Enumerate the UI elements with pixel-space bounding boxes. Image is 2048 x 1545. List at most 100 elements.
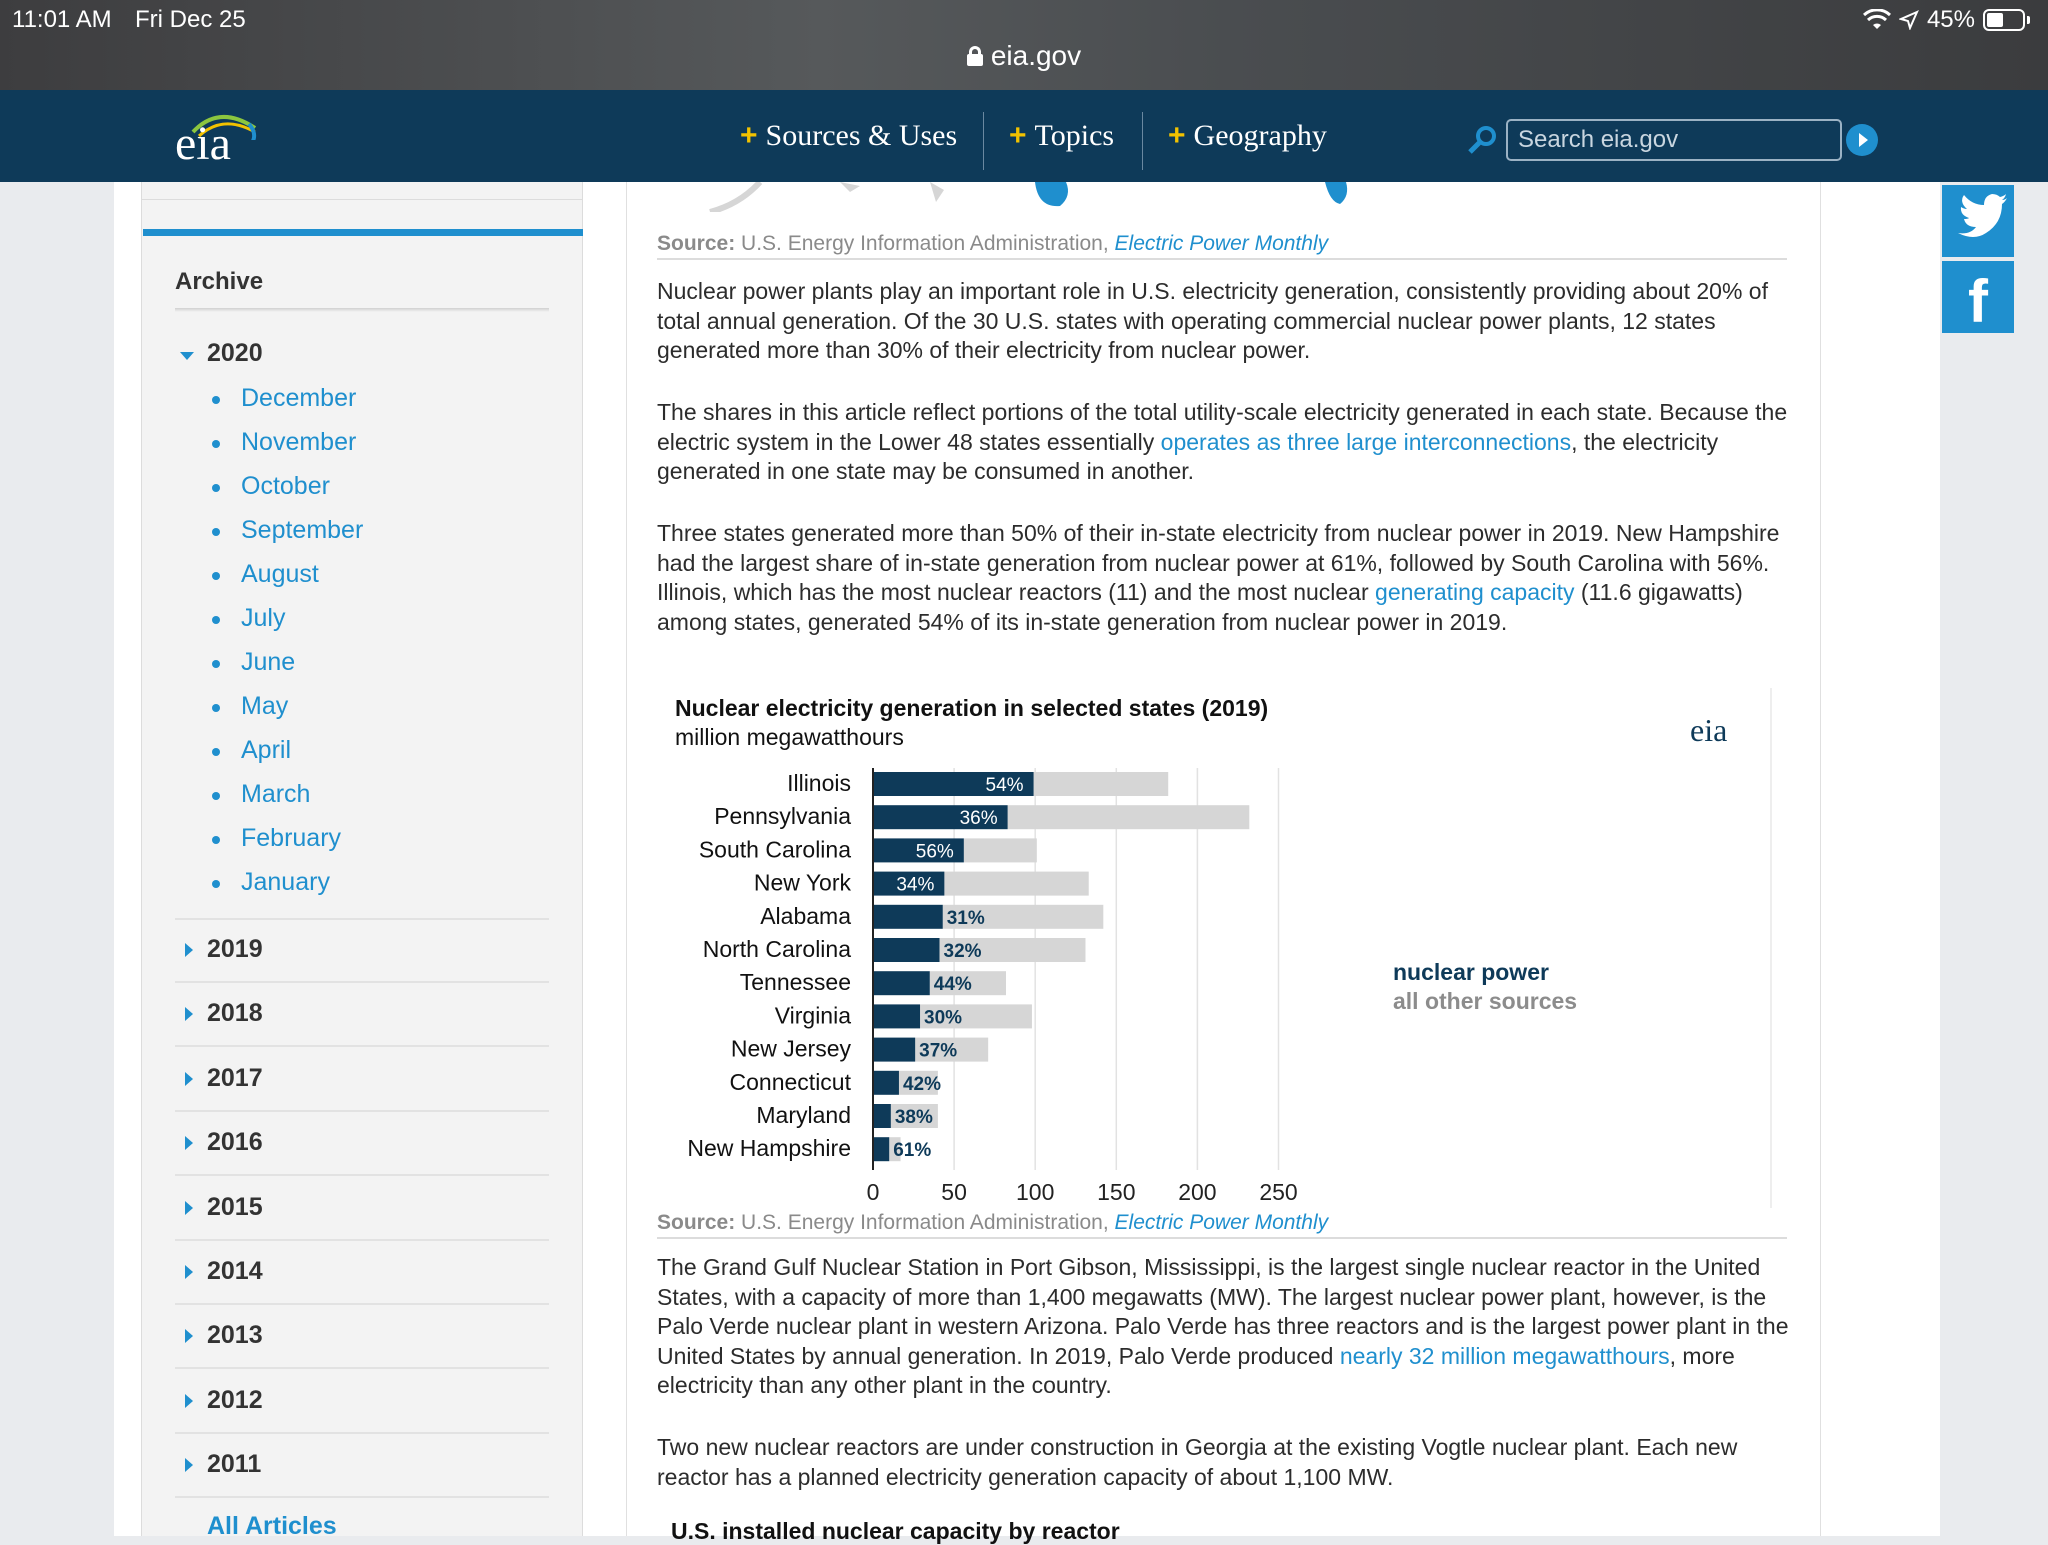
year-divider xyxy=(175,1303,549,1305)
nav-label: Topics xyxy=(1034,119,1115,152)
year-2015[interactable]: 2015 xyxy=(207,1193,263,1222)
search-input[interactable] xyxy=(1506,119,1842,161)
url-bar[interactable]: eia.gov xyxy=(0,40,2048,72)
sidebar-top-box xyxy=(142,182,582,200)
collapse-arrow-icon[interactable] xyxy=(180,352,194,360)
data-label: 42% xyxy=(903,1074,941,1095)
paragraph-1: Nuclear power plants play an important r… xyxy=(657,278,1768,363)
expand-arrow-icon[interactable] xyxy=(185,943,193,957)
battery-percent: 45% xyxy=(1926,6,1975,33)
category-label: Maryland xyxy=(756,1102,851,1128)
browser-chrome: 11:01 AM Fri Dec 25 45% eia.gov xyxy=(0,0,2048,90)
plus-icon: + xyxy=(1168,119,1186,152)
year-2014[interactable]: 2014 xyxy=(207,1257,263,1286)
month-link-july[interactable]: July xyxy=(241,604,285,633)
category-label: South Carolina xyxy=(699,836,851,862)
year-divider xyxy=(175,1109,549,1112)
nav-sources-uses[interactable]: + Sources & Uses xyxy=(740,90,957,182)
data-label: 38% xyxy=(895,1107,933,1128)
location-arrow-icon xyxy=(1898,10,1919,30)
paragraph-5: Two new nuclear reactors are under const… xyxy=(657,1434,1738,1490)
bullet-icon xyxy=(212,836,220,844)
interconnections-link[interactable]: operates as three large interconnections xyxy=(1161,429,1571,455)
data-label: 37% xyxy=(919,1041,957,1062)
bar-nuclear xyxy=(873,971,930,996)
source-line-2: Source: U.S. Energy Information Administ… xyxy=(657,1211,1328,1235)
year-2018[interactable]: 2018 xyxy=(207,999,263,1028)
bullet-icon xyxy=(212,792,220,800)
year-2011[interactable]: 2011 xyxy=(207,1450,261,1479)
year-2019[interactable]: 2019 xyxy=(207,935,263,964)
source-link[interactable]: Electric Power Monthly xyxy=(1115,1211,1329,1234)
year-2020[interactable]: 2020 xyxy=(207,339,263,368)
category-label: Alabama xyxy=(760,903,851,929)
chart-title: Nuclear electricity generation in select… xyxy=(675,695,1269,721)
year-2016[interactable]: 2016 xyxy=(207,1128,263,1157)
category-label: North Carolina xyxy=(703,936,851,962)
nav-divider xyxy=(1142,112,1143,170)
year-divider xyxy=(175,1496,549,1499)
expand-arrow-icon[interactable] xyxy=(185,1329,193,1344)
twitter-share-button[interactable] xyxy=(1942,185,2014,257)
category-label: Connecticut xyxy=(730,1069,852,1095)
nav-geography[interactable]: + Geography xyxy=(1168,90,1327,182)
bar-nuclear xyxy=(873,1104,891,1128)
generating-capacity-link[interactable]: generating capacity xyxy=(1375,579,1574,605)
year-2017[interactable]: 2017 xyxy=(207,1064,263,1093)
category-label: Pennsylvania xyxy=(714,803,851,829)
expand-arrow-icon[interactable] xyxy=(185,1007,193,1022)
data-label: 61% xyxy=(893,1140,931,1161)
expand-arrow-icon[interactable] xyxy=(185,1458,193,1473)
source-label: Source: xyxy=(657,1211,736,1234)
month-link-january[interactable]: January xyxy=(241,868,330,897)
year-2013[interactable]: 2013 xyxy=(207,1321,263,1350)
expand-arrow-icon[interactable] xyxy=(185,1200,193,1215)
month-link-october[interactable]: October xyxy=(241,472,330,501)
year-2012[interactable]: 2012 xyxy=(207,1386,263,1415)
bullet-icon xyxy=(212,748,220,756)
legend-nuclear: nuclear power xyxy=(1393,959,1549,985)
year-divider xyxy=(175,1174,549,1177)
expand-arrow-icon[interactable] xyxy=(185,1393,193,1408)
month-link-may[interactable]: May xyxy=(241,692,288,721)
search-submit-button[interactable] xyxy=(1846,124,1878,156)
nav-divider xyxy=(983,112,984,170)
status-indicators: 45% xyxy=(1862,6,2030,34)
source-line-1: Source: U.S. Energy Information Administ… xyxy=(657,232,1328,256)
data-label: 34% xyxy=(896,875,934,896)
search-icon[interactable] xyxy=(1466,124,1498,156)
facebook-icon: f xyxy=(1968,268,1988,335)
expand-arrow-icon[interactable] xyxy=(185,1265,193,1279)
year-divider xyxy=(175,1431,549,1434)
month-link-november[interactable]: November xyxy=(241,428,356,457)
month-link-december[interactable]: December xyxy=(241,384,356,413)
chart-subtitle: million megawatthours xyxy=(675,724,904,750)
paragraph-2: The shares in this article reflect porti… xyxy=(657,398,1792,487)
category-label: Illinois xyxy=(787,770,851,796)
year-divider xyxy=(175,1367,549,1370)
expand-arrow-icon[interactable] xyxy=(185,1136,193,1151)
all-articles-link[interactable]: All Articles xyxy=(207,1512,337,1541)
legend-other-sources: all other sources xyxy=(1393,988,1577,1014)
expand-arrow-icon[interactable] xyxy=(185,1071,193,1086)
month-link-september[interactable]: September xyxy=(241,516,363,545)
chart-eia-logo: eia xyxy=(1690,712,1728,748)
eia-logo[interactable]: eia xyxy=(175,108,257,168)
x-tick-label: 100 xyxy=(1016,1179,1054,1205)
month-link-august[interactable]: August xyxy=(241,560,319,589)
source-org: U.S. Energy Information Administration, xyxy=(741,1211,1109,1234)
archive-title: Archive xyxy=(175,268,264,295)
bullet-icon xyxy=(212,880,220,888)
bar-nuclear xyxy=(873,904,943,929)
plus-icon: + xyxy=(740,119,758,152)
month-link-february[interactable]: February xyxy=(241,824,341,853)
month-link-april[interactable]: April xyxy=(241,736,291,765)
palo-verde-link[interactable]: nearly 32 million megawatthours xyxy=(1340,1343,1670,1369)
nav-topics[interactable]: + Topics xyxy=(1009,90,1114,182)
source-link[interactable]: Electric Power Monthly xyxy=(1115,232,1329,255)
bar-nuclear xyxy=(873,1137,890,1162)
source-divider xyxy=(657,258,1787,260)
month-link-march[interactable]: March xyxy=(241,780,310,809)
bar-nuclear xyxy=(873,938,940,962)
month-link-june[interactable]: June xyxy=(241,648,295,677)
